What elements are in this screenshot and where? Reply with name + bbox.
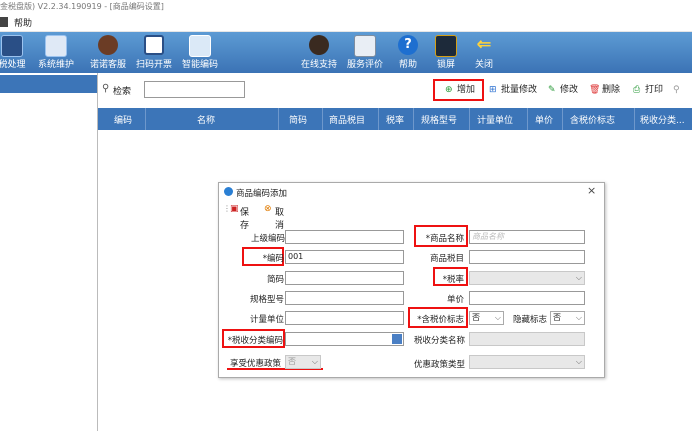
search-label: 检索 <box>113 87 132 97</box>
col-tax-item[interactable]: 商品税目 <box>329 113 365 126</box>
menu-fragment <box>0 17 8 27</box>
toolbar-online-support[interactable]: 在线支持 <box>297 32 341 73</box>
tax-class-code-label: *税收分类编码 <box>227 336 283 346</box>
cloud-icon <box>189 35 211 57</box>
tax-class-name-label: 税收分类名称 <box>413 336 465 346</box>
tax-incl-flag-label: *含税价标志 <box>417 315 464 325</box>
product-name-input[interactable]: 商品名称 <box>469 230 585 244</box>
hidden-flag-label: 隐藏标志 <box>512 315 547 325</box>
spec-input[interactable] <box>285 291 404 305</box>
col-spec[interactable]: 规格型号 <box>421 113 457 126</box>
evaluation-icon <box>354 35 376 57</box>
col-tax-class[interactable]: 税收分类... <box>640 113 685 126</box>
dialog-titlebar: 商品编码添加 × <box>219 183 604 201</box>
chevron-down-icon: ⌵ <box>494 313 501 322</box>
toolbar-service-evaluation[interactable]: 服务评价 <box>343 32 387 73</box>
grid-header: 编码 名称 简码 商品税目 税率 规格型号 计量单位 单价 含税价标志 税收分类… <box>98 108 692 130</box>
dialog-app-icon <box>224 187 233 196</box>
qrcode-icon <box>144 35 164 55</box>
main-toolbar: 税处理 系统维护 诺诺客服 扫码开票 智能编码 在线支持 服务评价 ? 帮助 锁… <box>0 32 692 73</box>
toolbar-customer-service[interactable]: 诺诺客服 <box>86 32 130 73</box>
short-code-input[interactable] <box>285 271 404 285</box>
unit-price-label: 单价 <box>446 295 464 305</box>
chevron-down-icon: ⌵ <box>575 357 582 366</box>
print-icon: ⎙ <box>633 85 641 95</box>
chevron-down-icon: ⌵ <box>311 357 318 366</box>
hidden-flag-select[interactable]: 否 ⌵ <box>550 311 585 325</box>
add-icon: ⊕ <box>445 85 453 95</box>
cancel-icon: ⊗ <box>264 204 272 214</box>
preferential-type-select: ⌵ <box>469 355 585 369</box>
batch-edit-button[interactable]: 批量修改 <box>501 82 537 98</box>
dialog-title: 商品编码添加 <box>236 189 288 199</box>
tax-rate-select[interactable]: ⌵ <box>469 271 585 285</box>
spec-label: 规格型号 <box>249 295 284 305</box>
tax-rate-label: *税率 <box>442 275 464 285</box>
col-tax-rate[interactable]: 税率 <box>386 113 404 126</box>
tax-item-label: 商品税目 <box>429 254 464 264</box>
toolbar-help[interactable]: ? 帮助 <box>390 32 426 73</box>
search-icon: ⚲ <box>102 83 110 94</box>
product-name-label: *商品名称 <box>425 234 464 244</box>
chevron-down-icon: ⌵ <box>575 273 582 282</box>
search-input[interactable] <box>144 81 245 98</box>
short-code-label: 简码 <box>266 275 284 285</box>
toolbar-smart-code[interactable]: 智能编码 <box>178 32 222 73</box>
col-code[interactable]: 编码 <box>114 113 132 126</box>
tax-class-name-input <box>469 332 585 346</box>
tax-class-code-input[interactable] <box>285 332 404 346</box>
close-arrow-icon: ⇐ <box>476 34 492 55</box>
save-icon: ▣ <box>230 204 239 214</box>
tax-incl-flag-select[interactable]: 否 ⌵ <box>469 311 504 325</box>
add-product-dialog: 商品编码添加 × ⋮ ▣ 保存 ⊗ 取消 上级编码 *商品名称 商品名称 *编码… <box>218 182 605 378</box>
menu-help[interactable]: 帮助 <box>14 16 32 29</box>
toolbar-system-maintenance[interactable]: 系统维护 <box>34 32 78 73</box>
delete-button[interactable]: 删除 <box>602 82 620 98</box>
code-input[interactable]: 001 <box>285 250 404 264</box>
unit-label: 计量单位 <box>249 315 284 325</box>
support-person-icon <box>309 35 329 55</box>
preferential-type-label: 优惠政策类型 <box>413 360 465 370</box>
edit-button[interactable]: 修改 <box>560 82 578 98</box>
window-title: 金税盘版) V2.2.34.190919 - [商品编码设置] <box>0 0 692 14</box>
col-name[interactable]: 名称 <box>197 113 215 126</box>
toolbar-lock-screen[interactable]: 锁屏 <box>428 32 464 73</box>
preferential-select: 否 ⌵ <box>285 355 321 369</box>
cancel-button[interactable]: 取消 <box>275 205 284 231</box>
help-icon: ? <box>398 35 418 55</box>
col-tax-incl-flag[interactable]: 含税价标志 <box>570 113 615 126</box>
parent-code-input[interactable] <box>285 230 404 244</box>
left-tree-selected-row[interactable] <box>0 75 97 93</box>
close-icon[interactable]: × <box>587 184 596 197</box>
save-button[interactable]: 保存 <box>240 205 249 231</box>
col-unit-price[interactable]: 单价 <box>535 113 553 126</box>
query-icon: ⚲ <box>673 85 680 95</box>
lock-screen-icon <box>435 35 457 57</box>
customer-service-icon <box>98 35 118 55</box>
parent-code-label: 上级编码 <box>250 234 285 244</box>
edit-icon: ✎ <box>548 85 556 95</box>
left-tree-pane[interactable] <box>0 73 98 431</box>
unit-input[interactable] <box>285 311 404 325</box>
col-short-code[interactable]: 简码 <box>289 113 307 126</box>
menu-bar: 帮助 <box>0 14 692 32</box>
code-label: *编码 <box>262 254 284 264</box>
settings-monitor-icon <box>45 35 67 57</box>
toolbar-close[interactable]: ⇐ 关闭 <box>466 32 502 73</box>
chevron-down-icon: ⌵ <box>575 313 582 322</box>
picker-icon[interactable] <box>392 334 402 344</box>
toolbar-tax-processing[interactable]: 税处理 <box>0 32 32 73</box>
monitor-icon <box>1 35 23 57</box>
print-button[interactable]: 打印 <box>645 82 663 98</box>
tax-item-input[interactable] <box>469 250 585 264</box>
unit-price-input[interactable] <box>469 291 585 305</box>
add-button[interactable]: 增加 <box>457 82 475 98</box>
col-unit[interactable]: 计量单位 <box>477 113 513 126</box>
delete-icon: 🗑 <box>589 85 601 95</box>
batch-edit-icon: ⊞ <box>489 85 497 95</box>
toolbar-scan-invoice[interactable]: 扫码开票 <box>132 32 176 73</box>
search-action-row: ⚲ 检索 ⊕ 增加 ⊞ 批量修改 ✎ 修改 🗑 删除 ⎙ 打印 ⚲ <box>98 73 692 107</box>
